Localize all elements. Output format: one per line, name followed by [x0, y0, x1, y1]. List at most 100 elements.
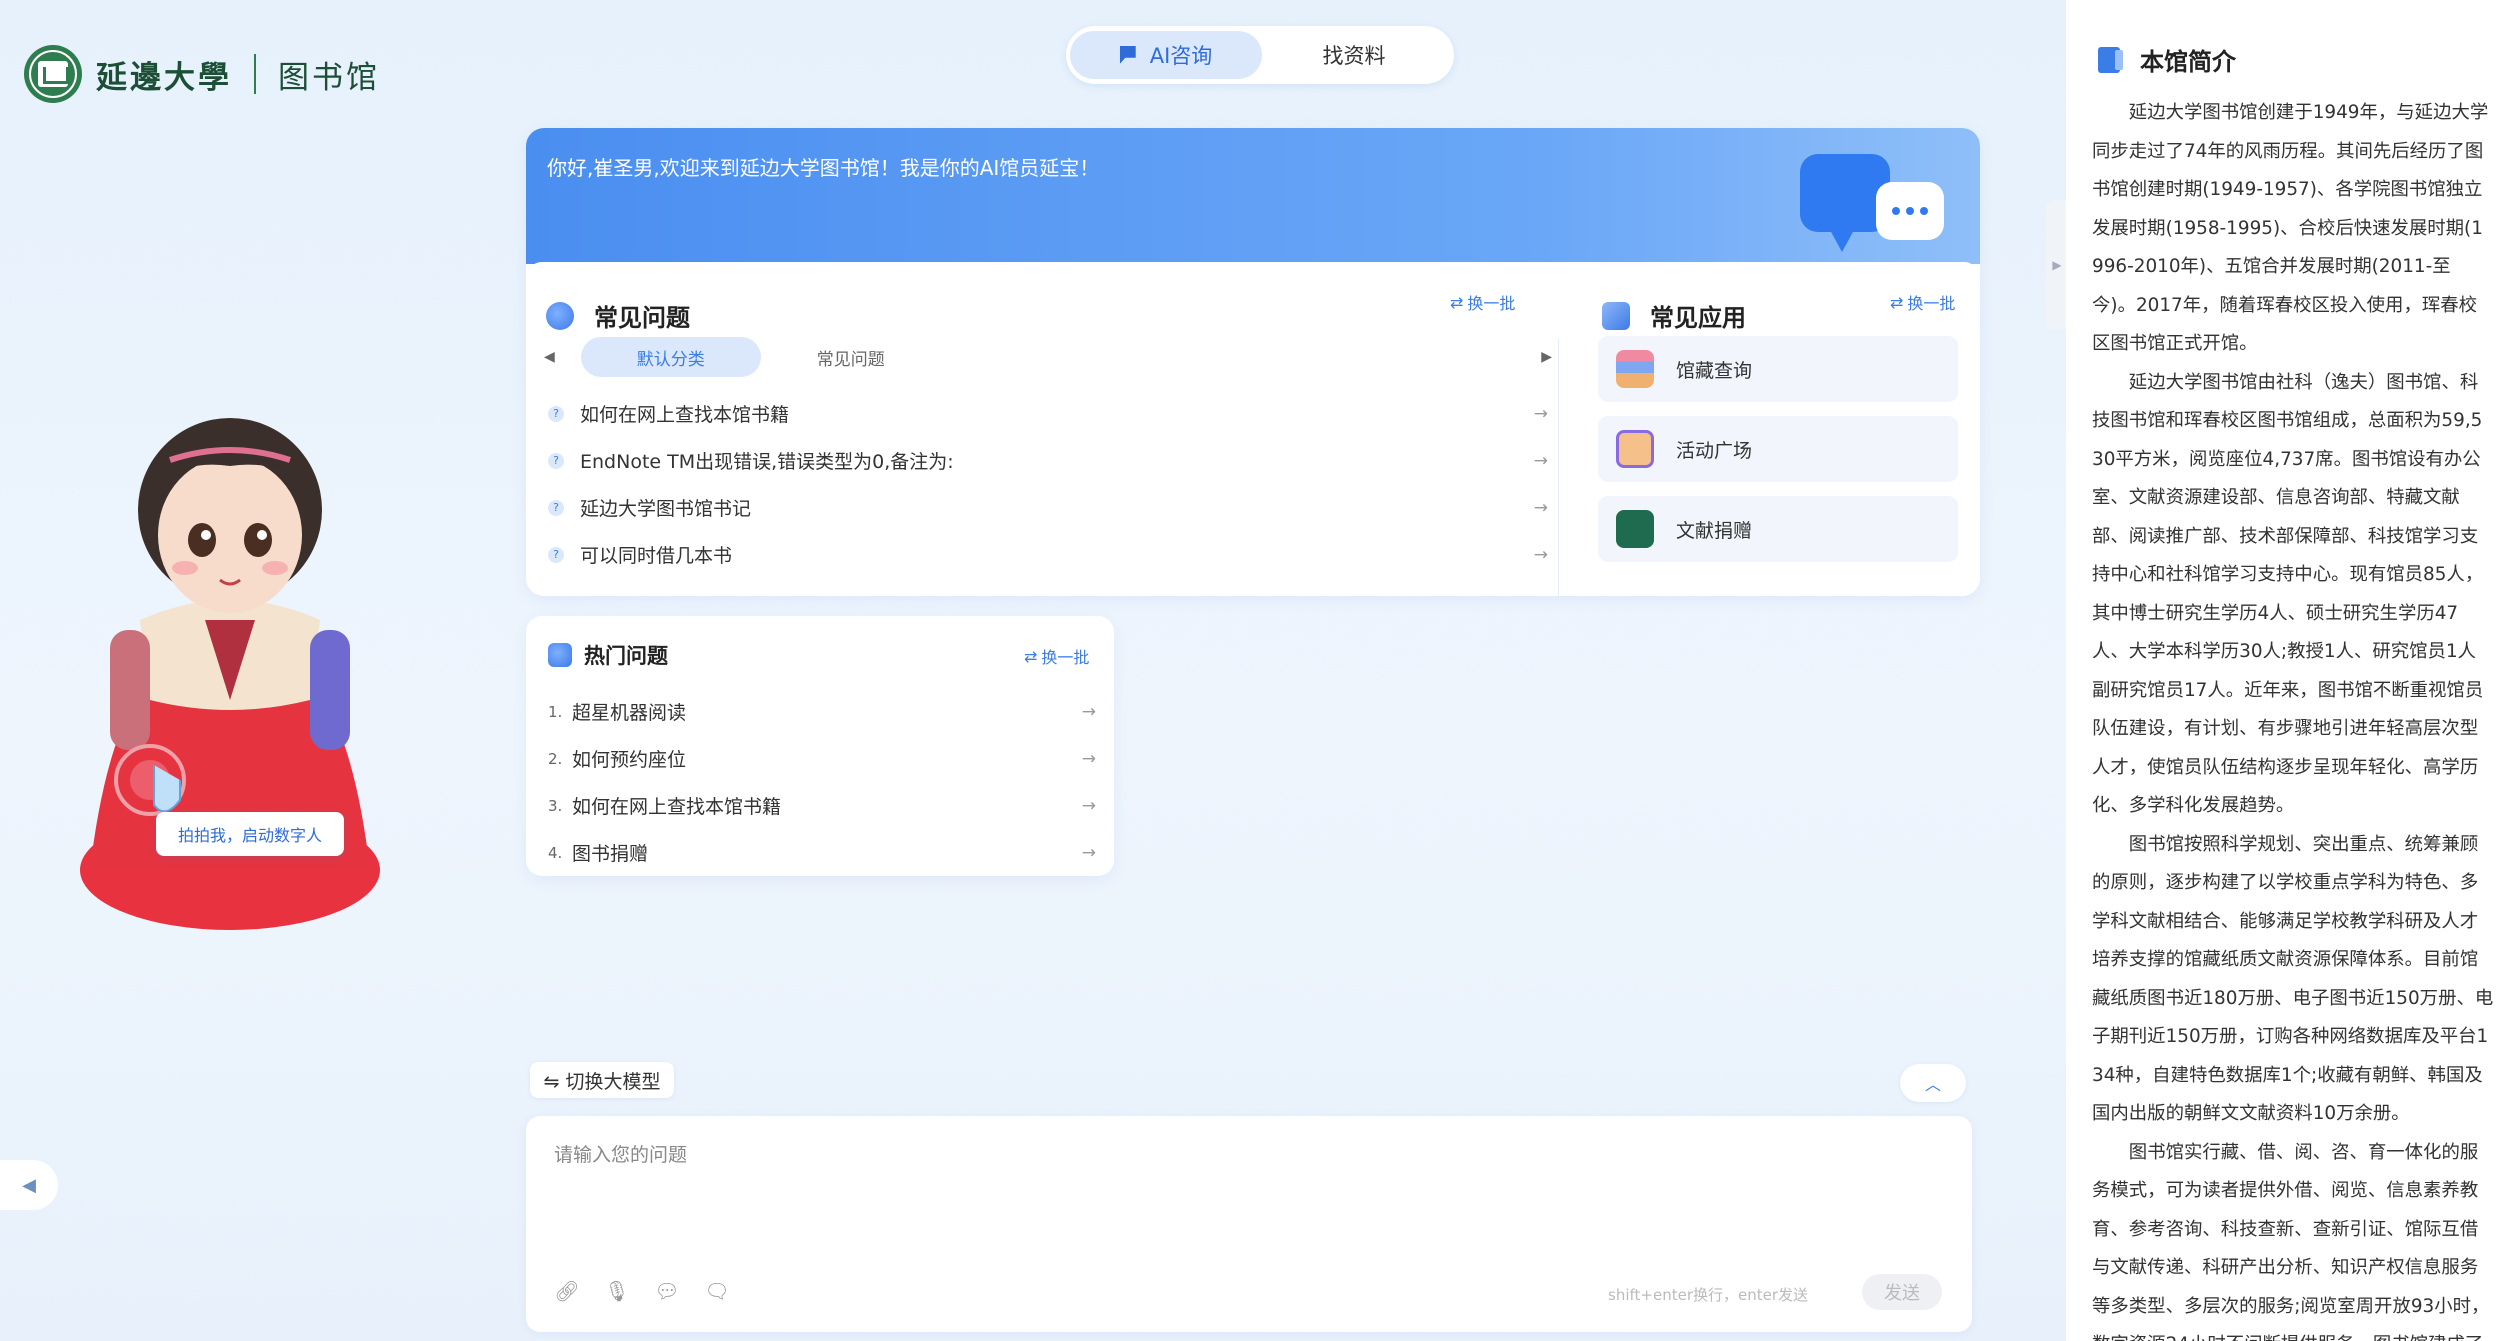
- chat-bubble-icon[interactable]: 💬︎: [654, 1278, 680, 1304]
- app-book-donation[interactable]: 文献捐赠: [1598, 496, 1958, 562]
- category-prev-icon[interactable]: ◀: [544, 349, 555, 365]
- arrow-right-icon: →: [1081, 795, 1096, 816]
- arrow-right-icon: →: [1081, 701, 1096, 722]
- arrow-right-icon: →: [1533, 403, 1548, 424]
- hot-item-num: 4.: [548, 843, 563, 862]
- faq-category-bar: ◀ 默认分类 常见问题 ▶: [544, 334, 1552, 380]
- welcome-message: 你好,崔圣男,欢迎来到延边大学图书馆！我是你的AI馆员延宝！: [547, 156, 1100, 180]
- refresh-icon: ⇄: [1450, 292, 1464, 312]
- category-common[interactable]: 常见问题: [817, 345, 885, 370]
- chat-flag-icon: [1119, 46, 1136, 64]
- faq-item[interactable]: ? 可以同时借几本书 →: [548, 531, 1548, 578]
- right-panel-handle[interactable]: ▶: [2046, 200, 2068, 330]
- hot-item-num: 2.: [548, 749, 563, 768]
- app-label: 馆藏查询: [1676, 359, 1753, 382]
- faq-item-label: EndNote TM出现错误,错误类型为0,备注为:: [580, 451, 954, 473]
- category-next-icon[interactable]: ▶: [1541, 349, 1552, 365]
- chat-dots-icon: [1876, 182, 1944, 240]
- question-icon: ?: [548, 546, 564, 563]
- faq-item[interactable]: ? EndNote TM出现错误,错误类型为0,备注为: →: [548, 437, 1548, 484]
- link-icon[interactable]: 🔗︎: [554, 1278, 580, 1304]
- university-seal-icon: [24, 45, 82, 103]
- apps-swap-button[interactable]: ⇄ 换一批: [1890, 290, 1955, 314]
- apps-gear-icon: [1602, 301, 1630, 330]
- app-label: 活动广场: [1676, 439, 1753, 462]
- faq-item-label: 如何在网上查找本馆书籍: [580, 404, 790, 426]
- library-intro-panel: 本馆简介 延边大学图书馆创建于1949年，与延边大学同步走过了74年的风雨历程。…: [2066, 0, 2519, 1341]
- arrow-right-icon: →: [1081, 748, 1096, 769]
- intro-paragraph: 图书馆按照科学规划、突出重点、统筹兼顾的原则，逐步构建了以学校重点学科为特色、多…: [2092, 833, 2494, 1125]
- faq-item-label: 延边大学图书馆书记: [580, 498, 752, 520]
- refresh-icon: ⇄: [1024, 646, 1038, 666]
- hot-questions-card: 热门问题 ⇄ 换一批 1. 超星机器阅读 → 2. 如何预约座位 → 3. 如何…: [526, 616, 1114, 876]
- faq-item-label: 可以同时借几本书: [580, 545, 733, 567]
- hot-item-num: 3.: [548, 796, 563, 815]
- question-icon: ?: [548, 405, 564, 422]
- input-hint: shift+enter换行，enter发送: [1608, 1286, 1808, 1304]
- collapse-chevron-up-icon[interactable]: ︿: [1900, 1064, 1966, 1102]
- tab-ai-consult-label: AI咨询: [1149, 44, 1213, 68]
- arrow-right-icon: →: [1081, 842, 1096, 863]
- intro-paragraph: 延边大学图书馆创建于1949年，与延边大学同步走过了74年的风雨历程。其间先后经…: [2092, 102, 2489, 354]
- faq-swap-button[interactable]: ⇄ 换一批: [1450, 290, 1515, 314]
- arrow-right-icon: →: [1533, 544, 1548, 565]
- question-input-placeholder[interactable]: 请输入您的问题: [554, 1140, 687, 1167]
- image-chat-icon[interactable]: 🗨︎: [704, 1278, 730, 1304]
- question-icon: ?: [548, 452, 564, 469]
- faq-item[interactable]: ? 延边大学图书馆书记 →: [548, 484, 1548, 531]
- faq-list: ? 如何在网上查找本馆书籍 → ? EndNote TM出现错误,错误类型为0,…: [548, 390, 1548, 578]
- intro-body: 延边大学图书馆创建于1949年，与延边大学同步走过了74年的风雨历程。其间先后经…: [2092, 94, 2494, 1341]
- hot-list: 1. 超星机器阅读 → 2. 如何预约座位 → 3. 如何在网上查找本馆书籍 →…: [548, 688, 1096, 876]
- hot-item-label: 超星机器阅读: [572, 702, 687, 724]
- switch-model-button[interactable]: ⇋ 切换大模型: [530, 1062, 674, 1098]
- app-collection-search[interactable]: 馆藏查询: [1598, 336, 1958, 402]
- app-activity-square[interactable]: 活动广场: [1598, 416, 1958, 482]
- send-button[interactable]: 发送: [1862, 1274, 1942, 1310]
- faq-icon: [546, 301, 574, 330]
- caret-left-icon: ◀: [22, 1174, 36, 1196]
- hot-item-label: 如何在网上查找本馆书籍: [572, 796, 782, 818]
- apps-header: 常见应用: [1602, 298, 1746, 333]
- faq-title: 常见问题: [594, 304, 690, 332]
- faq-item[interactable]: ? 如何在网上查找本馆书籍 →: [548, 390, 1548, 437]
- hot-item[interactable]: 1. 超星机器阅读 →: [548, 688, 1096, 735]
- chat-main-card: 你好,崔圣男,欢迎来到延边大学图书馆！我是你的AI馆员延宝！ 常见问题 ⇄ 换一…: [526, 128, 1980, 596]
- apps-title: 常见应用: [1650, 304, 1746, 332]
- university-logo[interactable]: 延邊大學 图书馆: [24, 42, 380, 106]
- hot-item-label: 图书捐赠: [572, 843, 649, 865]
- caret-right-icon: ▶: [2052, 258, 2062, 272]
- welcome-banner: 你好,崔圣男,欢迎来到延边大学图书馆！我是你的AI馆员延宝！: [526, 128, 1980, 264]
- input-toolbar: 🔗︎ 🎙︎ 💬︎ 🗨︎: [554, 1278, 730, 1304]
- refresh-icon: ⇄: [1890, 292, 1904, 312]
- faq-swap-label: 换一批: [1467, 294, 1516, 313]
- category-default[interactable]: 默认分类: [580, 337, 761, 377]
- hot-item[interactable]: 4. 图书捐赠 →: [548, 829, 1096, 876]
- tab-find-resources-label: 找资料: [1322, 44, 1386, 68]
- microphone-icon[interactable]: 🎙︎: [604, 1278, 630, 1304]
- book-icon: [2098, 46, 2123, 73]
- hot-header: 热门问题: [548, 640, 668, 670]
- hot-title: 热门问题: [584, 644, 668, 668]
- intro-title: 本馆简介: [2140, 48, 2236, 76]
- tab-find-resources[interactable]: 找资料: [1262, 31, 1446, 79]
- app-label: 文献捐赠: [1676, 519, 1753, 542]
- arrow-right-icon: →: [1533, 497, 1548, 518]
- start-digital-human-button[interactable]: 拍拍我，启动数字人: [156, 812, 344, 856]
- hot-swap-button[interactable]: ⇄ 换一批: [1024, 644, 1089, 668]
- books-icon: [1616, 350, 1654, 388]
- hot-item[interactable]: 2. 如何预约座位 →: [548, 735, 1096, 782]
- question-input-box[interactable]: 请输入您的问题 🔗︎ 🎙︎ 💬︎ 🗨︎ shift+enter换行，enter发…: [526, 1116, 1972, 1332]
- library-name: 图书馆: [278, 59, 380, 96]
- digital-human-avatar[interactable]: [70, 400, 390, 940]
- hot-item-label: 如何预约座位: [572, 749, 687, 771]
- hot-item[interactable]: 3. 如何在网上查找本馆书籍 →: [548, 782, 1096, 829]
- left-panel-toggle[interactable]: ◀: [0, 1160, 58, 1210]
- donate-book-icon: [1616, 510, 1654, 548]
- tab-ai-consult[interactable]: AI咨询: [1070, 31, 1262, 79]
- logo-divider: [254, 54, 256, 94]
- intro-header: 本馆简介: [2098, 42, 2236, 77]
- university-name: 延邊大學: [96, 59, 232, 96]
- arrow-right-icon: →: [1533, 450, 1548, 471]
- hot-item-num: 1.: [548, 702, 563, 721]
- event-icon: [1616, 430, 1654, 468]
